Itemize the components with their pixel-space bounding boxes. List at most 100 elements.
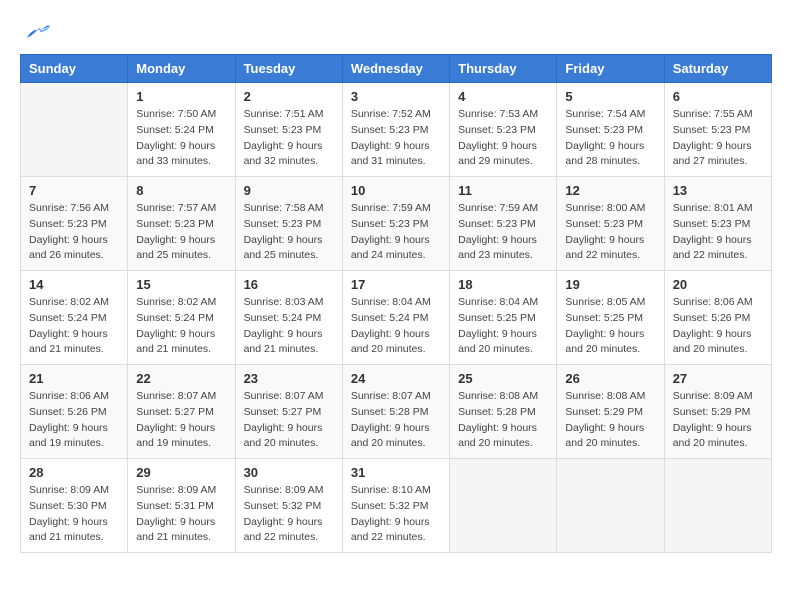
calendar-week-row: 7 Sunrise: 7:56 AMSunset: 5:23 PMDaylight… <box>21 177 772 271</box>
calendar-cell: 26 Sunrise: 8:08 AMSunset: 5:29 PMDayligh… <box>557 365 664 459</box>
day-info: Sunrise: 8:03 AMSunset: 5:24 PMDaylight:… <box>244 295 334 358</box>
day-info: Sunrise: 8:05 AMSunset: 5:25 PMDaylight:… <box>565 295 655 358</box>
calendar-cell: 10 Sunrise: 7:59 AMSunset: 5:23 PMDayligh… <box>342 177 449 271</box>
day-info: Sunrise: 8:02 AMSunset: 5:24 PMDaylight:… <box>29 295 119 358</box>
calendar-cell: 28 Sunrise: 8:09 AMSunset: 5:30 PMDayligh… <box>21 459 128 553</box>
day-info: Sunrise: 8:00 AMSunset: 5:23 PMDaylight:… <box>565 201 655 264</box>
day-info: Sunrise: 7:53 AMSunset: 5:23 PMDaylight:… <box>458 107 548 170</box>
calendar-cell: 29 Sunrise: 8:09 AMSunset: 5:31 PMDayligh… <box>128 459 235 553</box>
day-number: 27 <box>673 371 763 386</box>
calendar-cell: 17Sunrise: 8:04 AMSunset: 5:24 PMDayligh… <box>342 271 449 365</box>
day-info: Sunrise: 8:06 AMSunset: 5:26 PMDaylight:… <box>673 295 763 358</box>
day-info: Sunrise: 8:09 AMSunset: 5:30 PMDaylight:… <box>29 483 119 546</box>
calendar-cell: 8 Sunrise: 7:57 AMSunset: 5:23 PMDaylight… <box>128 177 235 271</box>
day-number: 20 <box>673 277 763 292</box>
calendar-cell: 19Sunrise: 8:05 AMSunset: 5:25 PMDayligh… <box>557 271 664 365</box>
weekday-header-sunday: Sunday <box>21 55 128 83</box>
calendar-cell: 15 Sunrise: 8:02 AMSunset: 5:24 PMDayligh… <box>128 271 235 365</box>
day-number: 14 <box>29 277 119 292</box>
calendar-cell: 6 Sunrise: 7:55 AMSunset: 5:23 PMDaylight… <box>664 83 771 177</box>
logo <box>20 20 52 44</box>
day-number: 26 <box>565 371 655 386</box>
day-info: Sunrise: 7:57 AMSunset: 5:23 PMDaylight:… <box>136 201 226 264</box>
day-number: 23 <box>244 371 334 386</box>
calendar-week-row: 21 Sunrise: 8:06 AMSunset: 5:26 PMDayligh… <box>21 365 772 459</box>
calendar-cell <box>664 459 771 553</box>
day-number: 24 <box>351 371 441 386</box>
day-info: Sunrise: 7:54 AMSunset: 5:23 PMDaylight:… <box>565 107 655 170</box>
calendar-cell <box>21 83 128 177</box>
day-info: Sunrise: 7:59 AMSunset: 5:23 PMDaylight:… <box>458 201 548 264</box>
day-info: Sunrise: 7:52 AMSunset: 5:23 PMDaylight:… <box>351 107 441 170</box>
day-number: 9 <box>244 183 334 198</box>
day-number: 5 <box>565 89 655 104</box>
day-info: Sunrise: 8:04 AMSunset: 5:24 PMDaylight:… <box>351 295 441 358</box>
day-info: Sunrise: 8:06 AMSunset: 5:26 PMDaylight:… <box>29 389 119 452</box>
day-info: Sunrise: 8:04 AMSunset: 5:25 PMDaylight:… <box>458 295 548 358</box>
day-number: 7 <box>29 183 119 198</box>
day-number: 28 <box>29 465 119 480</box>
calendar-cell: 22Sunrise: 8:07 AMSunset: 5:27 PMDayligh… <box>128 365 235 459</box>
day-info: Sunrise: 8:08 AMSunset: 5:28 PMDaylight:… <box>458 389 548 452</box>
day-info: Sunrise: 8:07 AMSunset: 5:28 PMDaylight:… <box>351 389 441 452</box>
weekday-header-monday: Monday <box>128 55 235 83</box>
day-number: 31 <box>351 465 441 480</box>
calendar-cell: 25 Sunrise: 8:08 AMSunset: 5:28 PMDayligh… <box>450 365 557 459</box>
calendar-cell: 14 Sunrise: 8:02 AMSunset: 5:24 PMDayligh… <box>21 271 128 365</box>
day-number: 4 <box>458 89 548 104</box>
day-info: Sunrise: 7:55 AMSunset: 5:23 PMDaylight:… <box>673 107 763 170</box>
calendar-cell: 24 Sunrise: 8:07 AMSunset: 5:28 PMDayligh… <box>342 365 449 459</box>
calendar-cell <box>557 459 664 553</box>
calendar-cell: 18 Sunrise: 8:04 AMSunset: 5:25 PMDayligh… <box>450 271 557 365</box>
day-number: 30 <box>244 465 334 480</box>
day-number: 10 <box>351 183 441 198</box>
day-number: 21 <box>29 371 119 386</box>
day-info: Sunrise: 7:59 AMSunset: 5:23 PMDaylight:… <box>351 201 441 264</box>
calendar-cell: 2 Sunrise: 7:51 AMSunset: 5:23 PMDaylight… <box>235 83 342 177</box>
calendar-cell: 1 Sunrise: 7:50 AMSunset: 5:24 PMDaylight… <box>128 83 235 177</box>
day-number: 18 <box>458 277 548 292</box>
calendar-cell: 4 Sunrise: 7:53 AMSunset: 5:23 PMDaylight… <box>450 83 557 177</box>
day-number: 12 <box>565 183 655 198</box>
day-number: 2 <box>244 89 334 104</box>
calendar-cell: 5 Sunrise: 7:54 AMSunset: 5:23 PMDaylight… <box>557 83 664 177</box>
day-number: 13 <box>673 183 763 198</box>
page-header <box>20 20 772 44</box>
day-info: Sunrise: 7:51 AMSunset: 5:23 PMDaylight:… <box>244 107 334 170</box>
day-info: Sunrise: 7:50 AMSunset: 5:24 PMDaylight:… <box>136 107 226 170</box>
day-number: 11 <box>458 183 548 198</box>
weekday-header-thursday: Thursday <box>450 55 557 83</box>
calendar-header-row: SundayMondayTuesdayWednesdayThursdayFrid… <box>21 55 772 83</box>
calendar-cell: 21 Sunrise: 8:06 AMSunset: 5:26 PMDayligh… <box>21 365 128 459</box>
calendar-cell: 12 Sunrise: 8:00 AMSunset: 5:23 PMDayligh… <box>557 177 664 271</box>
day-number: 25 <box>458 371 548 386</box>
day-info: Sunrise: 8:09 AMSunset: 5:29 PMDaylight:… <box>673 389 763 452</box>
calendar-cell: 3 Sunrise: 7:52 AMSunset: 5:23 PMDaylight… <box>342 83 449 177</box>
day-info: Sunrise: 7:56 AMSunset: 5:23 PMDaylight:… <box>29 201 119 264</box>
day-info: Sunrise: 8:09 AMSunset: 5:31 PMDaylight:… <box>136 483 226 546</box>
day-number: 22 <box>136 371 226 386</box>
calendar-cell: 9Sunrise: 7:58 AMSunset: 5:23 PMDaylight… <box>235 177 342 271</box>
calendar-cell: 23Sunrise: 8:07 AMSunset: 5:27 PMDayligh… <box>235 365 342 459</box>
day-number: 1 <box>136 89 226 104</box>
calendar-cell: 13Sunrise: 8:01 AMSunset: 5:23 PMDayligh… <box>664 177 771 271</box>
day-number: 15 <box>136 277 226 292</box>
calendar-cell: 16Sunrise: 8:03 AMSunset: 5:24 PMDayligh… <box>235 271 342 365</box>
day-number: 6 <box>673 89 763 104</box>
weekday-header-saturday: Saturday <box>664 55 771 83</box>
calendar-table: SundayMondayTuesdayWednesdayThursdayFrid… <box>20 54 772 553</box>
calendar-cell <box>450 459 557 553</box>
calendar-cell: 7 Sunrise: 7:56 AMSunset: 5:23 PMDaylight… <box>21 177 128 271</box>
day-number: 29 <box>136 465 226 480</box>
day-number: 8 <box>136 183 226 198</box>
day-info: Sunrise: 8:08 AMSunset: 5:29 PMDaylight:… <box>565 389 655 452</box>
calendar-cell: 20 Sunrise: 8:06 AMSunset: 5:26 PMDayligh… <box>664 271 771 365</box>
weekday-header-tuesday: Tuesday <box>235 55 342 83</box>
calendar-week-row: 1 Sunrise: 7:50 AMSunset: 5:24 PMDaylight… <box>21 83 772 177</box>
weekday-header-friday: Friday <box>557 55 664 83</box>
calendar-cell: 27 Sunrise: 8:09 AMSunset: 5:29 PMDayligh… <box>664 365 771 459</box>
day-number: 3 <box>351 89 441 104</box>
day-info: Sunrise: 8:10 AMSunset: 5:32 PMDaylight:… <box>351 483 441 546</box>
calendar-cell: 31 Sunrise: 8:10 AMSunset: 5:32 PMDayligh… <box>342 459 449 553</box>
day-info: Sunrise: 8:02 AMSunset: 5:24 PMDaylight:… <box>136 295 226 358</box>
